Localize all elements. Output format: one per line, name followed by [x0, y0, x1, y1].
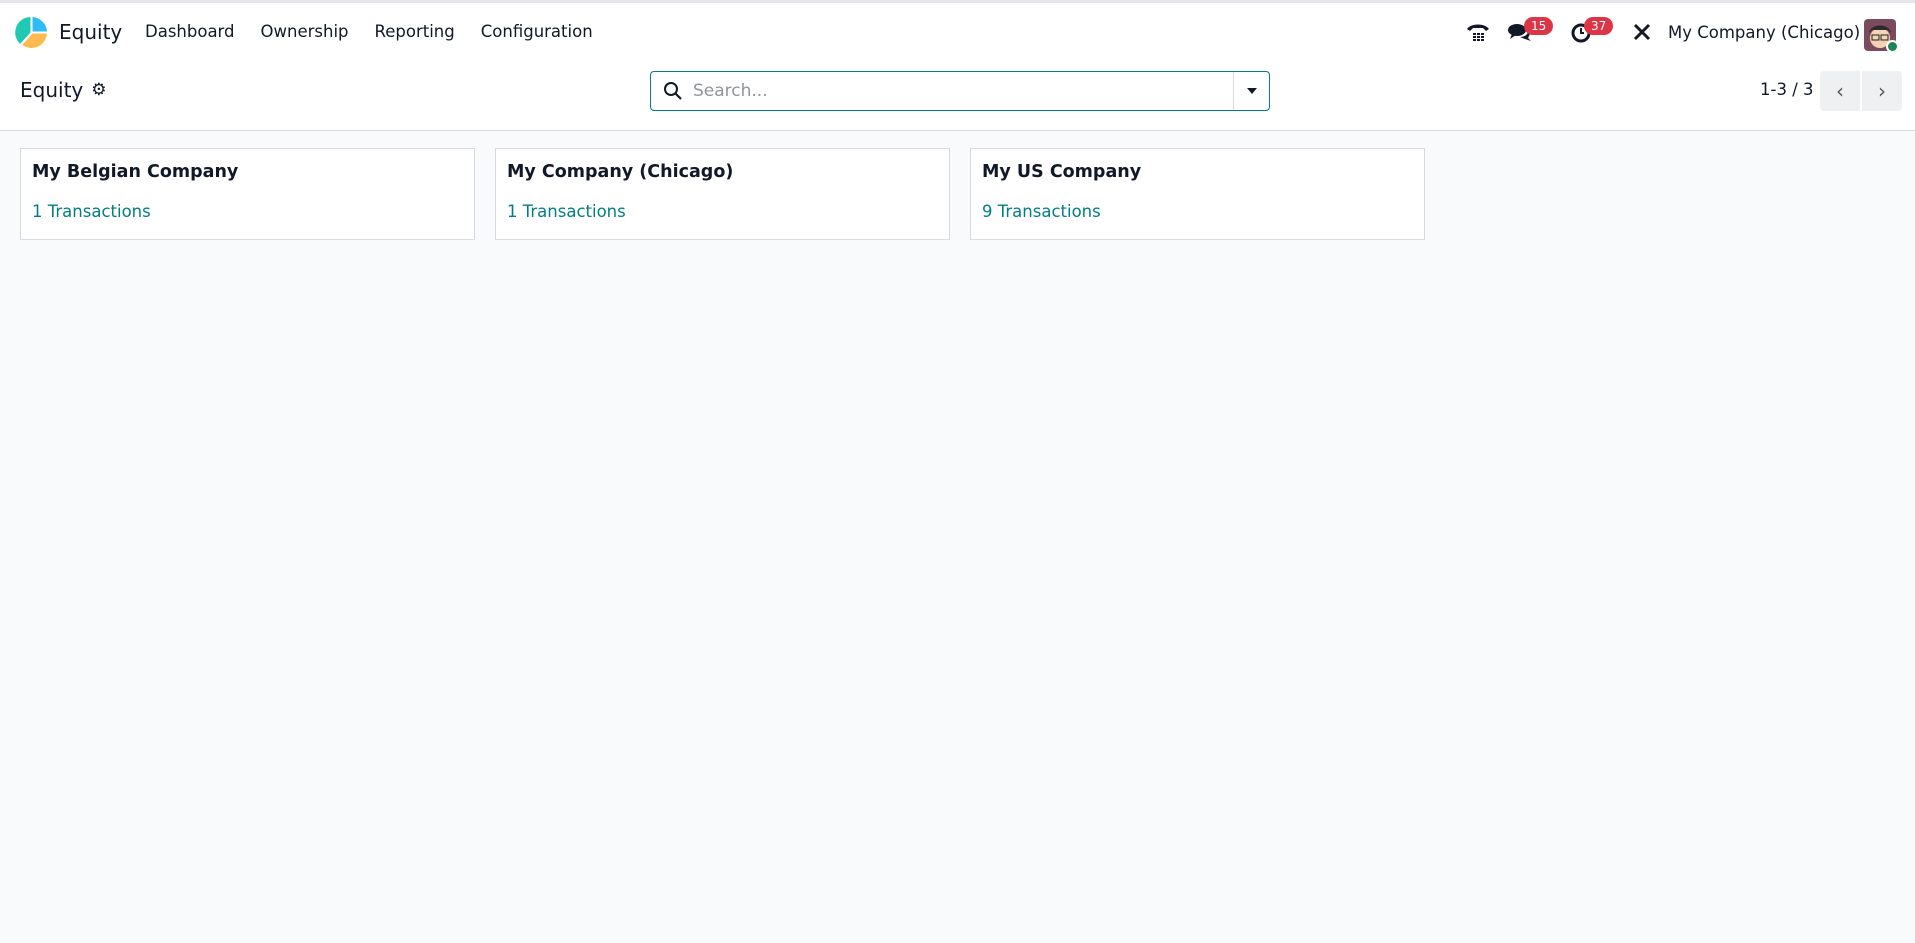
pager-previous-button[interactable]: ‹	[1820, 71, 1860, 111]
transactions-link[interactable]: 9 Transactions	[982, 202, 1413, 221]
app-name[interactable]: Equity	[59, 20, 122, 44]
company-name: My US Company	[982, 162, 1142, 182]
company-card[interactable]: My Belgian Company 1 Transactions	[20, 148, 475, 240]
messages-badge: 15	[1524, 17, 1554, 35]
control-panel: Equity ⚙ 1-3 / 3 ‹›	[0, 61, 1915, 131]
menu-configuration[interactable]: Configuration	[481, 22, 593, 41]
search-icon	[664, 82, 682, 100]
gear-icon[interactable]: ⚙	[91, 80, 106, 100]
transactions-link[interactable]: 1 Transactions	[507, 202, 938, 221]
navbar: Equity Dashboard Ownership Reporting Con…	[0, 3, 1915, 61]
menu-dashboard[interactable]: Dashboard	[145, 22, 235, 41]
transactions-link[interactable]: 1 Transactions	[32, 202, 463, 221]
tools-icon[interactable]	[1632, 22, 1652, 42]
caret-down-icon	[1246, 88, 1257, 94]
search-bar	[650, 71, 1270, 111]
company-card[interactable]: My Company (Chicago) 1 Transactions	[495, 148, 950, 240]
company-name: My Company (Chicago)	[507, 162, 734, 182]
activities-badge: 37	[1584, 17, 1614, 35]
company-switcher[interactable]: My Company (Chicago)	[1668, 23, 1860, 42]
main-menu: Dashboard Ownership Reporting Configurat…	[145, 22, 593, 41]
pager-value[interactable]: 1-3 / 3	[1760, 80, 1814, 99]
online-status-icon	[1886, 40, 1899, 53]
search-options-toggle[interactable]	[1233, 72, 1269, 110]
phone-icon[interactable]	[1466, 20, 1490, 44]
company-name: My Belgian Company	[32, 162, 239, 182]
equity-logo-icon[interactable]	[15, 16, 48, 49]
pager-next-button[interactable]: ›	[1862, 71, 1902, 111]
company-card[interactable]: My US Company 9 Transactions	[970, 148, 1425, 240]
activities-button[interactable]: 37	[1570, 17, 1614, 44]
breadcrumb: Equity ⚙	[20, 78, 107, 102]
menu-reporting[interactable]: Reporting	[375, 22, 455, 41]
menu-ownership[interactable]: Ownership	[261, 22, 349, 41]
kanban-view: My Belgian Company 1 Transactions My Comp…	[20, 148, 1425, 240]
page-title: Equity	[20, 78, 84, 102]
messages-button[interactable]: 15	[1508, 17, 1554, 44]
search-input[interactable]	[683, 81, 1233, 101]
